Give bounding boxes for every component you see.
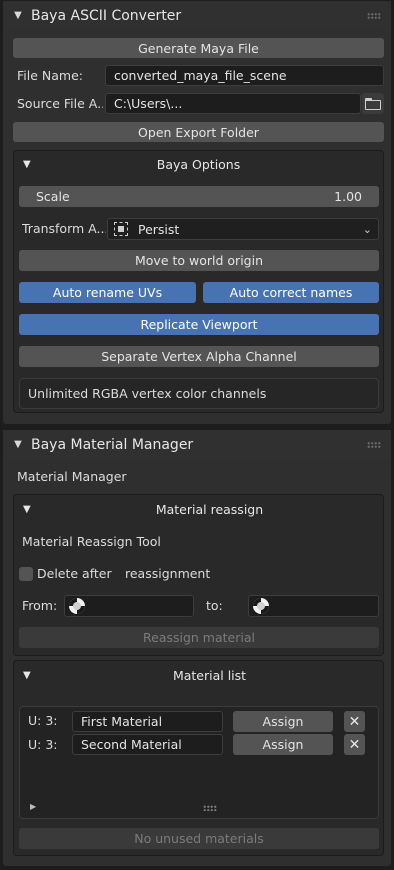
to-label: to: — [206, 598, 223, 613]
list-resize-grip-icon[interactable] — [203, 805, 217, 811]
collapse-triangle-icon[interactable]: ▼ — [23, 159, 31, 170]
file-name-field[interactable]: converted_maya_file_scene — [105, 65, 384, 86]
transform-apply-value: Persist — [138, 221, 180, 237]
delete-after-label[interactable]: Delete after — [37, 566, 112, 581]
material-ball-icon — [253, 598, 269, 614]
material-reassign-title: Material reassign — [155, 501, 264, 517]
auto-correct-names-toggle[interactable]: Auto correct names — [203, 282, 379, 303]
source-file-field[interactable]: C:\Users\... — [105, 93, 361, 114]
file-name-label: File Name: — [17, 68, 83, 83]
collapse-triangle-icon[interactable]: ▼ — [23, 670, 31, 681]
assign-button[interactable]: Assign — [233, 734, 333, 755]
no-unused-materials-button[interactable]: No unused materials — [19, 828, 379, 849]
collapse-triangle-icon[interactable]: ▼ — [23, 504, 31, 515]
move-to-world-origin-button[interactable]: Move to world origin — [19, 250, 379, 271]
generate-maya-file-button[interactable]: Generate Maya File — [13, 38, 384, 58]
material-ball-icon — [69, 598, 85, 614]
converter-header[interactable]: ▼ Baya ASCII Converter — [3, 1, 391, 30]
from-material-field[interactable] — [64, 595, 194, 617]
scale-label: Scale — [36, 189, 70, 204]
delete-after-checkbox[interactable] — [19, 567, 33, 581]
baya-options-title: Baya Options — [156, 156, 241, 172]
material-name-field[interactable]: First Material — [72, 711, 223, 732]
separate-vertex-alpha-button[interactable]: Separate Vertex Alpha Channel — [19, 346, 379, 367]
collapse-triangle-icon[interactable]: ▼ — [11, 439, 25, 450]
material-manager-header[interactable]: ▼ Baya Material Manager — [3, 430, 391, 459]
material-list-title: Material list — [172, 667, 247, 683]
transform-apply-dropdown[interactable]: Persist ⌄ — [107, 218, 379, 240]
scale-value: 1.00 — [334, 189, 362, 204]
material-manager-subtitle: Material Manager — [17, 469, 127, 484]
scale-field[interactable]: Scale 1.00 — [19, 186, 379, 207]
close-icon: ✕ — [348, 713, 361, 730]
collapse-triangle-icon[interactable]: ▼ — [11, 10, 25, 21]
converter-title: Baya ASCII Converter — [31, 7, 182, 24]
reassign-material-button[interactable]: Reassign material — [19, 627, 379, 648]
reassignment-label: reassignment — [125, 566, 211, 581]
material-name-field[interactable]: Second Material — [72, 734, 223, 755]
material-manager-title: Baya Material Manager — [31, 436, 194, 453]
assign-button[interactable]: Assign — [233, 711, 333, 732]
open-export-folder-button[interactable]: Open Export Folder — [13, 122, 384, 142]
material-list-header[interactable]: ▼ Material list — [13, 663, 384, 687]
remove-material-button[interactable]: ✕ — [344, 711, 365, 732]
source-file-label: Source File A... — [17, 96, 103, 111]
material-users-count: U: 3: — [28, 713, 58, 728]
browse-folder-button[interactable] — [362, 93, 384, 114]
chevron-down-icon: ⌄ — [362, 222, 372, 236]
drag-grip-icon[interactable] — [367, 12, 381, 19]
transform-pivot-icon — [114, 222, 128, 236]
expand-arrow-icon[interactable]: ▶ — [30, 802, 36, 811]
material-reassign-header[interactable]: ▼ Material reassign — [13, 497, 384, 521]
material-users-count: U: 3: — [28, 737, 58, 752]
folder-icon — [365, 97, 381, 110]
replicate-viewport-toggle[interactable]: Replicate Viewport — [19, 314, 379, 335]
transform-apply-label: Transform A... — [22, 221, 106, 236]
info-box: Unlimited RGBA vertex color channels — [19, 378, 379, 409]
remove-material-button[interactable]: ✕ — [344, 734, 365, 755]
info-text: Unlimited RGBA vertex color channels — [28, 386, 267, 401]
material-reassign-tool-label: Material Reassign Tool — [22, 534, 161, 549]
baya-options-header[interactable]: ▼ Baya Options — [13, 152, 384, 176]
to-material-field[interactable] — [248, 595, 379, 617]
drag-grip-icon[interactable] — [367, 441, 381, 448]
close-icon: ✕ — [348, 736, 361, 753]
auto-rename-uvs-toggle[interactable]: Auto rename UVs — [19, 282, 196, 303]
from-label: From: — [22, 598, 58, 613]
